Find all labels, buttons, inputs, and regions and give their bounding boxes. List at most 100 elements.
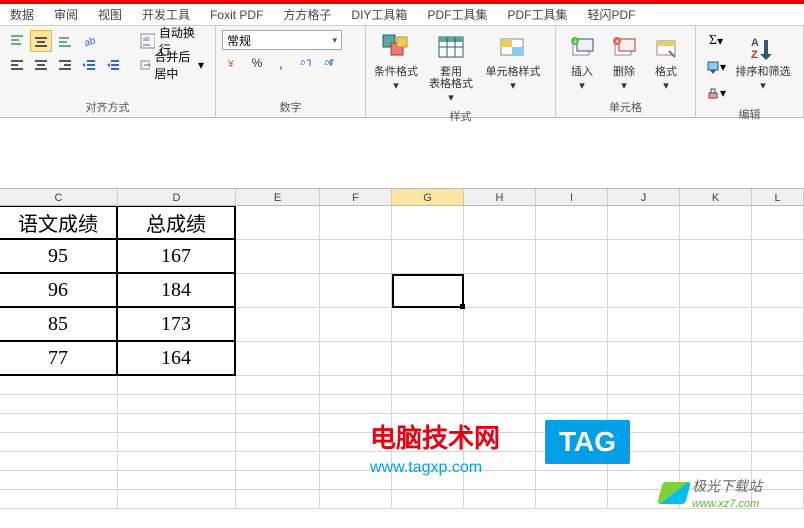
col-header-g[interactable]: G [392,189,464,206]
cell-styles-button[interactable]: 单元格样式 ▾ [482,30,544,94]
align-top-icon[interactable] [6,30,28,52]
number-format-dropdown[interactable]: 常规 ▾ [222,30,342,50]
insert-button[interactable]: + 插入 ▾ [562,30,602,94]
align-middle-icon[interactable] [30,30,52,52]
merge-label: 合并后居中 [154,48,194,82]
group-edit: Σ▾ ▾ ▾ AZ 排序和筛选 ▾ 编辑 [696,26,804,117]
table-format-icon [435,32,467,64]
align-bottom-icon[interactable] [54,30,76,52]
conditional-format-icon [380,32,412,64]
chevron-down-icon: ▾ [332,35,337,46]
group-edit-label: 编辑 [702,104,797,122]
wrap-icon: ab [140,33,155,49]
svg-text:ab: ab [143,37,150,43]
col-header-e[interactable]: E [236,189,320,206]
tab-review[interactable]: 审阅 [44,3,88,26]
group-alignment: ab ab 自动换行 合并后居中 ▾ 对齐方式 [0,26,216,117]
header-cell[interactable]: 总成绩 [118,206,236,240]
tab-pdf-tools2[interactable]: PDF工具集 [497,3,577,26]
table-row: 77 164 [0,342,804,376]
col-header-c[interactable]: C [0,189,118,206]
group-styles: 条件格式 ▾ 套用 表格格式 ▾ 单元格样式 ▾ 样式 [366,26,556,117]
svg-text:Z: Z [751,49,758,61]
insert-icon: + [566,32,598,64]
chevron-down-icon: ▾ [579,80,585,92]
group-number: 常规 ▾ ¥ % , .0 .00 数字 [216,26,366,117]
chevron-down-icon: ▾ [510,80,516,92]
col-header-h[interactable]: H [464,189,536,206]
currency-icon[interactable]: ¥ [222,52,244,74]
format-table-button[interactable]: 套用 表格格式 ▾ [422,30,480,106]
col-header-i[interactable]: I [536,189,608,206]
fill-icon[interactable]: ▾ [702,56,730,78]
increase-decimal-icon[interactable]: .0 [294,52,316,74]
header-cell[interactable]: 语文成绩 [0,206,118,240]
align-center-icon[interactable] [30,54,52,76]
col-header-j[interactable]: J [608,189,680,206]
tab-developer[interactable]: 开发工具 [132,3,200,26]
clear-icon[interactable]: ▾ [702,82,730,104]
tab-qspdf[interactable]: 轻闪PDF [577,3,645,26]
svg-text:.0: .0 [299,60,305,67]
chevron-down-icon: ▾ [448,92,454,104]
col-header-d[interactable]: D [118,189,236,206]
data-cell[interactable]: 167 [118,240,236,274]
group-styles-label: 样式 [372,106,549,124]
data-cell[interactable]: 96 [0,274,118,308]
group-alignment-label: 对齐方式 [6,97,209,115]
sort-filter-icon: AZ [747,32,779,64]
autosum-icon[interactable]: Σ▾ [702,30,730,52]
cell-styles-icon [497,32,529,64]
jiguang-url: www.xz7.com [692,498,759,510]
watermark-url: www.tagxp.com [370,459,500,477]
watermark-tagxp: 电脑技术网 www.tagxp.com [370,418,500,477]
percent-icon[interactable]: % [246,52,268,74]
chevron-down-icon: ▾ [621,80,627,92]
sort-filter-button[interactable]: AZ 排序和筛选 ▾ [732,30,794,94]
data-cell[interactable]: 95 [0,240,118,274]
data-cell[interactable]: 77 [0,342,118,376]
col-header-k[interactable]: K [680,189,752,206]
number-format-value: 常规 [227,32,251,49]
chevron-down-icon: ▾ [663,80,669,92]
chevron-down-icon: ▾ [393,80,399,92]
tab-pdf-tools[interactable]: PDF工具集 [417,3,497,26]
orientation-icon[interactable]: ab [78,30,100,52]
merge-center-button[interactable]: 合并后居中 ▾ [135,54,209,76]
data-cell[interactable]: 184 [118,274,236,308]
data-cell[interactable]: 173 [118,308,236,342]
chevron-down-icon: ▾ [760,80,766,92]
col-header-l[interactable]: L [752,189,804,206]
conditional-format-button[interactable]: 条件格式 ▾ [372,30,420,94]
format-icon [650,32,682,64]
increase-indent-icon[interactable] [102,54,124,76]
delete-button[interactable]: × 删除 ▾ [604,30,644,94]
align-left-icon[interactable] [6,54,28,76]
column-headers: C D E F G H I J K L [0,188,804,206]
watermark-title: 电脑技术网 [370,424,500,453]
tab-view[interactable]: 视图 [88,3,132,26]
group-number-label: 数字 [222,97,359,115]
decrease-indent-icon[interactable] [78,54,100,76]
table-row: 85 173 [0,308,804,342]
tab-data[interactable]: 数据 [0,3,44,26]
tab-ffgz[interactable]: 方方格子 [273,3,341,26]
ribbon: ab ab 自动换行 合并后居中 ▾ 对齐方式 [0,26,804,118]
group-cells: + 插入 ▾ × 删除 ▾ 格式 ▾ 单元格 [556,26,696,117]
data-cell[interactable]: 85 [0,308,118,342]
data-cell[interactable]: 164 [118,342,236,376]
format-button[interactable]: 格式 ▾ [646,30,686,94]
decrease-decimal-icon[interactable]: .00 [318,52,340,74]
group-cells-label: 单元格 [562,97,689,115]
tab-diy[interactable]: DIY工具箱 [341,3,417,26]
svg-text:+: + [573,37,578,46]
tab-foxit-pdf[interactable]: Foxit PDF [200,5,273,25]
watermark-jiguang: 极光下载站 www.xz7.com [660,476,762,510]
table-row: 语文成绩 总成绩 [0,206,804,240]
ribbon-tabs: 数据 审阅 视图 开发工具 Foxit PDF 方方格子 DIY工具箱 PDF工… [0,4,804,26]
chevron-down-icon: ▾ [198,58,204,72]
comma-icon[interactable]: , [270,52,292,74]
delete-icon: × [608,32,640,64]
col-header-f[interactable]: F [320,189,392,206]
align-right-icon[interactable] [54,54,76,76]
